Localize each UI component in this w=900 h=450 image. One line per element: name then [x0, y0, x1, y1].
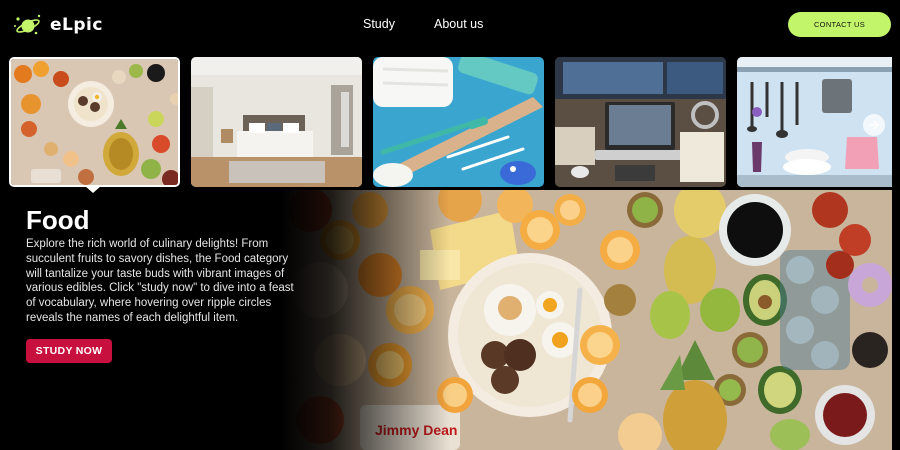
next-category-arrow[interactable]	[863, 114, 885, 136]
category-thumb-bathroom[interactable]	[373, 57, 544, 187]
active-thumb-pointer	[85, 186, 101, 193]
planet-icon	[12, 10, 48, 40]
category-thumb-bedroom[interactable]	[191, 57, 362, 187]
contact-us-button[interactable]: CONTACT US	[788, 12, 891, 37]
brand-logo[interactable]: eLpic	[12, 10, 103, 40]
study-now-button[interactable]: STUDY NOW	[26, 339, 112, 363]
header: eLpic Study About us CONTACT US	[0, 0, 900, 50]
office-desk-image	[555, 57, 726, 187]
bedroom-image	[191, 57, 362, 187]
nav-about-link[interactable]: About us	[434, 17, 483, 31]
category-description: Explore the rich world of culinary delig…	[26, 238, 294, 324]
category-thumb-office[interactable]	[555, 57, 726, 187]
arrow-right-icon	[869, 120, 879, 130]
food-image	[11, 59, 178, 185]
bathroom-image	[373, 57, 544, 187]
category-title: Food	[26, 205, 90, 235]
category-thumb-food[interactable]	[9, 57, 180, 187]
hero-gradient-overlay	[280, 190, 450, 450]
nav-study-link[interactable]: Study	[363, 17, 395, 31]
brand-name: eLpic	[50, 15, 103, 35]
